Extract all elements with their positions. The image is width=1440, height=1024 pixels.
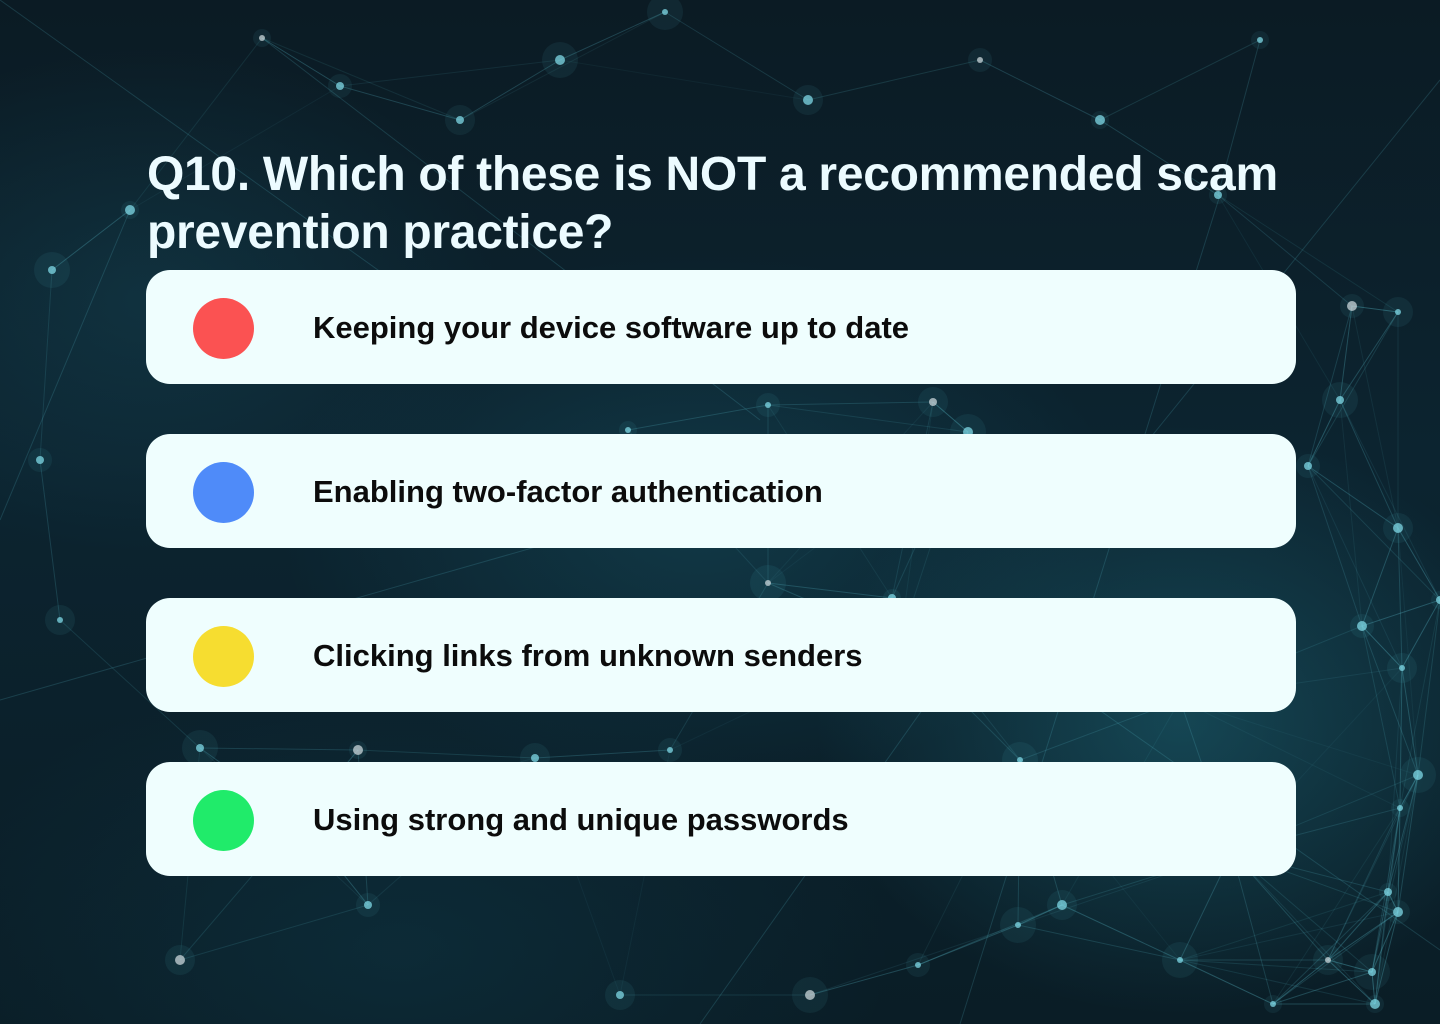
network-edge	[39, 269, 53, 461]
answer-option-b[interactable]: Enabling two-factor authentication	[146, 434, 1296, 548]
network-edge	[39, 459, 61, 621]
network-edge	[1179, 891, 1389, 961]
network-node	[1257, 37, 1263, 43]
network-node	[175, 955, 185, 965]
network-edge	[1417, 599, 1440, 776]
network-edge	[1361, 625, 1401, 809]
network-edge	[1361, 527, 1399, 627]
network-node	[1395, 309, 1401, 315]
network-edge	[1339, 399, 1440, 601]
network-node	[1393, 523, 1403, 533]
network-node	[1177, 957, 1183, 963]
network-edge	[1361, 625, 1419, 776]
network-edge	[339, 85, 461, 121]
network-node	[364, 901, 372, 909]
network-node	[1384, 888, 1392, 896]
network-edge	[1339, 399, 1399, 529]
network-node	[765, 580, 771, 586]
network-node	[531, 754, 539, 762]
network-node	[1399, 665, 1405, 671]
option-a-marker-icon	[193, 298, 254, 359]
network-node	[259, 35, 265, 41]
option-d-marker-icon	[193, 790, 254, 851]
network-node	[1270, 1001, 1276, 1007]
answer-option-c[interactable]: Clicking links from unknown senders	[146, 598, 1296, 712]
network-node	[616, 991, 624, 999]
network-node	[353, 745, 363, 755]
network-node	[803, 95, 813, 105]
network-edge	[1099, 39, 1261, 121]
network-edge	[1307, 465, 1440, 601]
network-node	[125, 205, 135, 215]
network-node	[336, 82, 344, 90]
network-node	[1057, 900, 1067, 910]
network-edge	[534, 749, 671, 759]
network-node	[1357, 621, 1367, 631]
network-edge	[627, 404, 769, 431]
network-edge	[179, 904, 369, 961]
network-node	[1393, 907, 1403, 917]
answer-option-a[interactable]: Keeping your device software up to date	[146, 270, 1296, 384]
network-edge	[261, 37, 341, 87]
network-node	[667, 747, 673, 753]
network-node	[1325, 957, 1331, 963]
network-edge	[664, 11, 809, 101]
network-edge	[559, 59, 809, 101]
network-edge	[339, 59, 561, 87]
network-node	[1095, 115, 1105, 125]
network-node	[1413, 770, 1423, 780]
option-d-label: Using strong and unique passwords	[313, 802, 849, 837]
option-a-label: Keeping your device software up to date	[313, 310, 910, 345]
network-node	[1347, 301, 1357, 311]
network-node	[36, 456, 44, 464]
network-node	[625, 427, 631, 433]
network-node	[805, 990, 815, 1000]
network-edge	[1061, 904, 1181, 961]
network-node	[1304, 462, 1312, 470]
network-node	[915, 962, 921, 968]
option-b-label: Enabling two-factor authentication	[313, 474, 823, 509]
network-node	[1015, 922, 1021, 928]
network-edge	[807, 59, 981, 101]
option-c-marker-icon	[193, 626, 254, 687]
network-edge	[979, 59, 1101, 121]
network-node	[555, 55, 565, 65]
network-node	[456, 116, 464, 124]
network-edge	[1351, 305, 1399, 529]
network-node	[1370, 999, 1380, 1009]
network-node	[196, 744, 204, 752]
network-node	[1368, 968, 1376, 976]
network-node	[1336, 396, 1344, 404]
network-edge	[199, 747, 359, 751]
network-edge	[357, 749, 536, 759]
answer-option-d[interactable]: Using strong and unique passwords	[146, 762, 1296, 876]
network-node	[929, 398, 937, 406]
option-c-label: Clicking links from unknown senders	[313, 638, 863, 673]
question-title: Q10. Which of these is NOT a recommended…	[147, 148, 1278, 259]
network-node	[48, 266, 56, 274]
network-node	[765, 402, 771, 408]
network-node	[662, 9, 668, 15]
network-edge	[767, 401, 934, 406]
option-b-marker-icon	[193, 462, 254, 523]
network-node	[1397, 805, 1403, 811]
network-node	[977, 57, 983, 63]
network-node	[57, 617, 63, 623]
network-edge	[261, 37, 461, 121]
network-streak	[0, 209, 131, 521]
